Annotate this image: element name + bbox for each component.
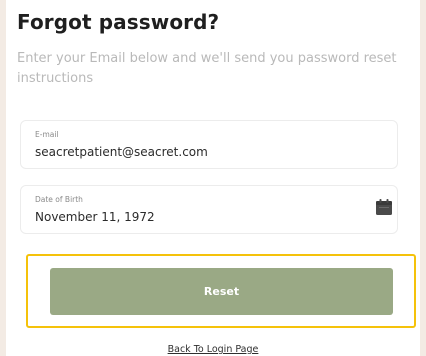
forgot-password-card: Forgot password? Enter your Email below … xyxy=(6,0,420,356)
page-title: Forgot password? xyxy=(17,10,220,34)
email-field-label: E-mail xyxy=(35,130,59,139)
reset-button[interactable]: Reset xyxy=(50,268,393,315)
email-field[interactable]: E-mail seacretpatient@seacret.com xyxy=(20,120,398,169)
page-subtitle: Enter your Email below and we'll send yo… xyxy=(17,51,397,86)
email-field-value[interactable]: seacretpatient@seacret.com xyxy=(35,145,208,159)
reset-button-highlight: Reset xyxy=(26,254,416,328)
calendar-icon[interactable] xyxy=(375,198,393,216)
date-of-birth-field[interactable]: Date of Birth November 11, 1972 xyxy=(20,185,398,234)
date-of-birth-label: Date of Birth xyxy=(35,195,83,204)
date-of-birth-value[interactable]: November 11, 1972 xyxy=(35,210,155,224)
back-to-login-link[interactable]: Back To Login Page xyxy=(6,344,420,355)
